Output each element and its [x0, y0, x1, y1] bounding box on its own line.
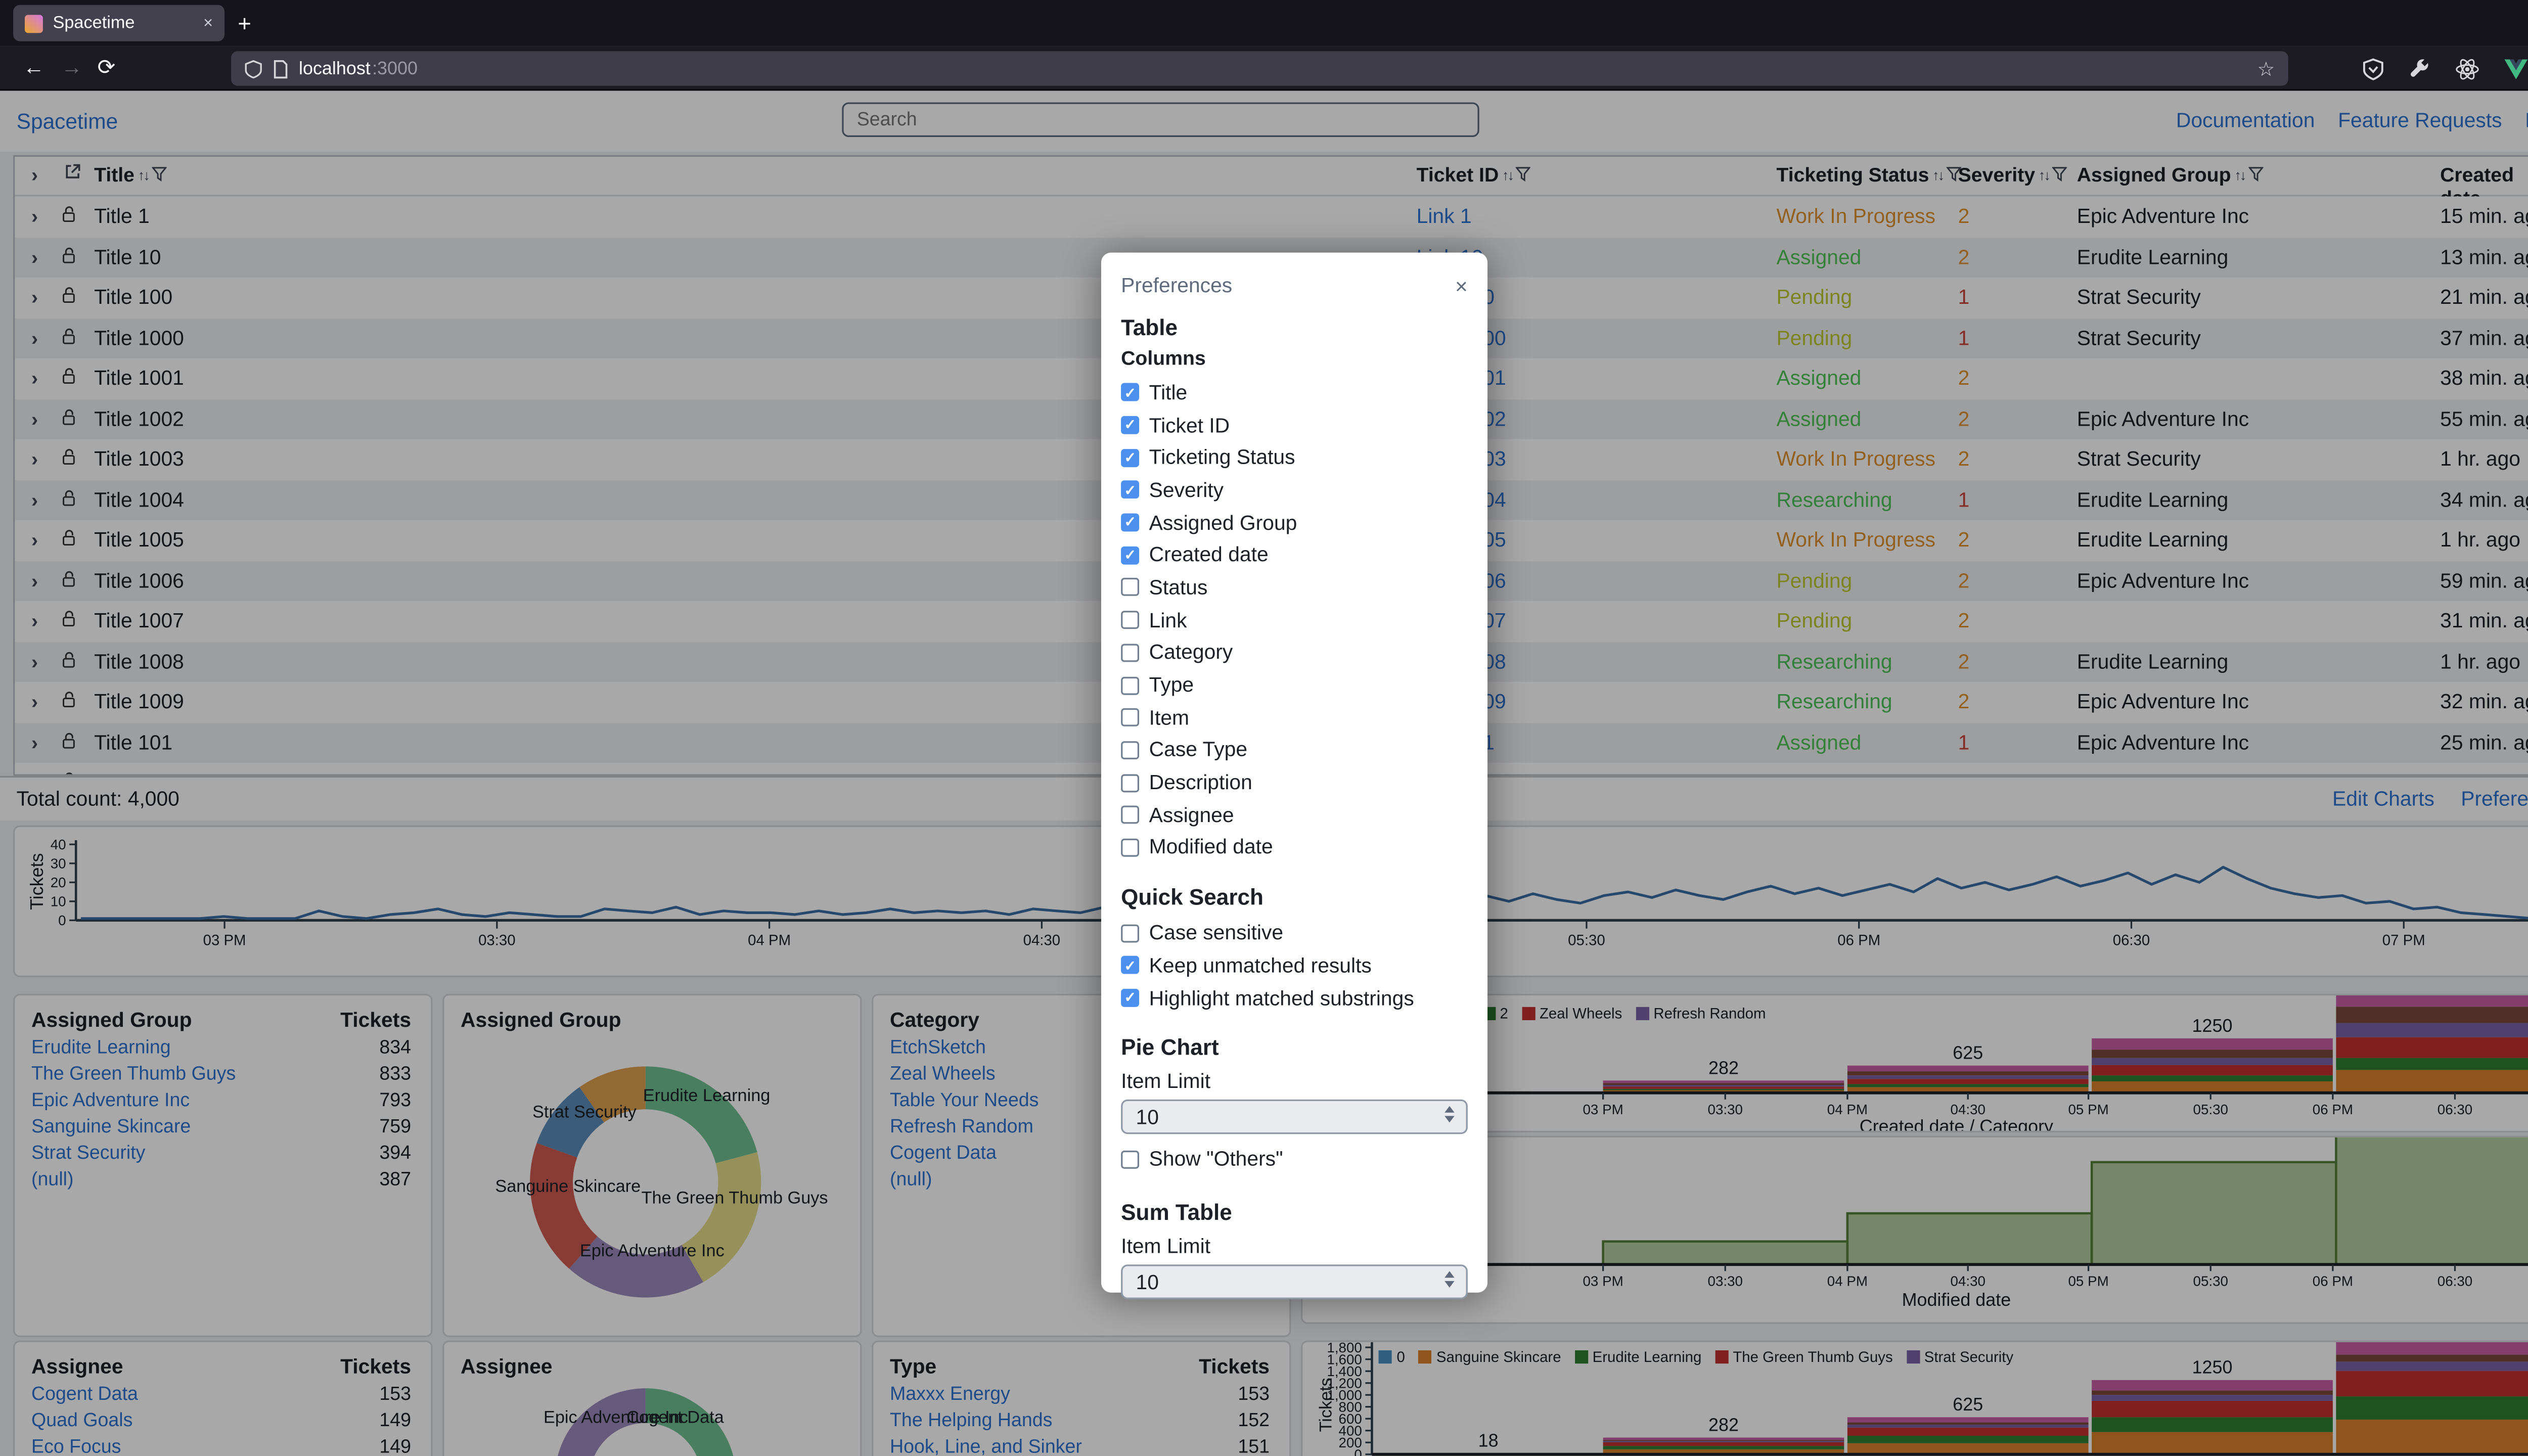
wrench-icon[interactable]: [2409, 58, 2430, 79]
checkbox[interactable]: [1121, 676, 1139, 694]
checkbox-label: Severity: [1149, 479, 1224, 502]
pocket-shield-icon[interactable]: [2363, 57, 2384, 80]
column-toggle-link[interactable]: Link: [1121, 604, 1468, 636]
column-toggle-category[interactable]: Category: [1121, 636, 1468, 669]
checkbox-label: Case sensitive: [1149, 922, 1283, 945]
checkbox[interactable]: [1121, 741, 1139, 759]
tab-title: Spacetime: [53, 13, 193, 33]
checkbox-label: Highlight matched substrings: [1149, 986, 1414, 1010]
checkbox-label: Keep unmatched results: [1149, 954, 1372, 977]
checkbox[interactable]: [1121, 957, 1139, 975]
shield-icon[interactable]: [244, 59, 262, 78]
sum-item-limit-value: 10: [1136, 1270, 1159, 1294]
reload-icon[interactable]: ⟳: [98, 55, 116, 81]
modal-close-icon[interactable]: ×: [1455, 273, 1468, 298]
checkbox[interactable]: [1121, 611, 1139, 629]
forward-icon[interactable]: →: [61, 55, 82, 79]
column-toggle-description[interactable]: Description: [1121, 766, 1468, 799]
column-toggle-severity[interactable]: Severity: [1121, 474, 1468, 506]
quick-search-option-keep-unmatched-results[interactable]: Keep unmatched results: [1121, 949, 1468, 982]
checkbox[interactable]: [1121, 384, 1139, 402]
checkbox[interactable]: [1121, 989, 1139, 1007]
preferences-modal: Preferences × Table Columns Title Ticket …: [1101, 253, 1487, 1293]
checkbox-label: Case Type: [1149, 739, 1247, 762]
checkbox-label: Link: [1149, 609, 1187, 632]
sum-item-limit-label: Item Limit: [1121, 1235, 1468, 1258]
checkbox[interactable]: [1121, 416, 1139, 434]
checkbox-label: Title: [1149, 381, 1188, 404]
checkbox-label: Assignee: [1149, 803, 1234, 827]
url-host: localhost: [299, 59, 371, 78]
browser-tab-bar: Spacetime × +: [0, 0, 2528, 46]
checkbox[interactable]: [1121, 709, 1139, 727]
checkbox-label: Created date: [1149, 543, 1269, 567]
pie-item-limit-value: 10: [1136, 1106, 1159, 1129]
checkbox-label: Category: [1149, 641, 1233, 664]
quick-search-checkbox-list: Case sensitive Keep unmatched results High…: [1121, 917, 1468, 1014]
show-others-row[interactable]: Show "Others": [1121, 1143, 1468, 1175]
quick-search-option-case-sensitive[interactable]: Case sensitive: [1121, 917, 1468, 949]
show-others-label: Show "Others": [1149, 1148, 1283, 1171]
checkbox-label: Status: [1149, 576, 1208, 599]
columns-label: Columns: [1121, 347, 1468, 370]
quick-search-option-highlight-matched-substrings[interactable]: Highlight matched substrings: [1121, 982, 1468, 1014]
checkbox-label: Description: [1149, 771, 1252, 794]
checkbox-label: Type: [1149, 673, 1194, 697]
stepper-icons[interactable]: [1444, 1271, 1455, 1288]
column-toggle-title[interactable]: Title: [1121, 376, 1468, 408]
checkbox[interactable]: [1121, 924, 1139, 942]
url-port: :3000: [372, 59, 418, 78]
checkbox-label: Ticket ID: [1149, 414, 1230, 437]
checkbox-label: Modified date: [1149, 836, 1273, 859]
table-section-heading: Table: [1121, 315, 1468, 340]
checkbox-label: Assigned Group: [1149, 511, 1297, 534]
new-tab-button[interactable]: +: [238, 10, 251, 36]
pie-item-limit-label: Item Limit: [1121, 1070, 1468, 1094]
column-toggle-type[interactable]: Type: [1121, 669, 1468, 701]
pie-item-limit-input[interactable]: 10: [1121, 1100, 1468, 1135]
checkbox[interactable]: [1121, 806, 1139, 824]
column-toggle-ticket-id[interactable]: Ticket ID: [1121, 409, 1468, 441]
column-toggle-item[interactable]: Item: [1121, 701, 1468, 734]
checkbox-label: Item: [1149, 706, 1189, 730]
back-icon[interactable]: ←: [23, 55, 44, 79]
column-toggle-modified-date[interactable]: Modified date: [1121, 831, 1468, 863]
browser-toolbar-icons: ☰: [2363, 51, 2528, 86]
checkbox[interactable]: [1121, 481, 1139, 499]
app-window: Spacetime × + ← → ⟳ localhost:3000 ☆ ☰ S…: [0, 0, 2528, 1456]
column-toggle-created-date[interactable]: Created date: [1121, 539, 1468, 571]
stepper-icons[interactable]: [1444, 1107, 1455, 1123]
column-toggle-assignee[interactable]: Assignee: [1121, 799, 1468, 831]
checkbox[interactable]: [1121, 546, 1139, 564]
checkbox[interactable]: [1121, 839, 1139, 857]
checkbox[interactable]: [1121, 578, 1139, 597]
bookmark-star-icon[interactable]: ☆: [2257, 57, 2275, 80]
column-toggle-case-type[interactable]: Case Type: [1121, 734, 1468, 766]
checkbox[interactable]: [1121, 514, 1139, 532]
vue-devtools-icon[interactable]: [2505, 59, 2528, 78]
browser-tab[interactable]: Spacetime ×: [13, 5, 224, 41]
quick-search-heading: Quick Search: [1121, 885, 1468, 910]
close-tab-icon[interactable]: ×: [203, 14, 213, 32]
checkbox[interactable]: [1121, 644, 1139, 662]
favicon: [25, 14, 43, 32]
pie-chart-heading: Pie Chart: [1121, 1036, 1468, 1061]
url-bar[interactable]: localhost:3000 ☆: [231, 51, 2288, 86]
checkbox-label: Ticketing Status: [1149, 446, 1295, 469]
column-toggle-ticketing-status[interactable]: Ticketing Status: [1121, 441, 1468, 474]
checkbox[interactable]: [1121, 448, 1139, 467]
show-others-checkbox[interactable]: [1121, 1150, 1139, 1168]
checkbox[interactable]: [1121, 774, 1139, 792]
column-checkbox-list: Title Ticket ID Ticketing Status Severity As…: [1121, 376, 1468, 863]
modal-title: Preferences: [1121, 274, 1232, 297]
page-icon[interactable]: [273, 59, 289, 78]
column-toggle-status[interactable]: Status: [1121, 571, 1468, 604]
column-toggle-assigned-group[interactable]: Assigned Group: [1121, 507, 1468, 539]
react-devtools-icon[interactable]: [2456, 57, 2480, 80]
sum-table-heading: Sum Table: [1121, 1200, 1468, 1225]
sum-item-limit-input[interactable]: 10: [1121, 1264, 1468, 1299]
